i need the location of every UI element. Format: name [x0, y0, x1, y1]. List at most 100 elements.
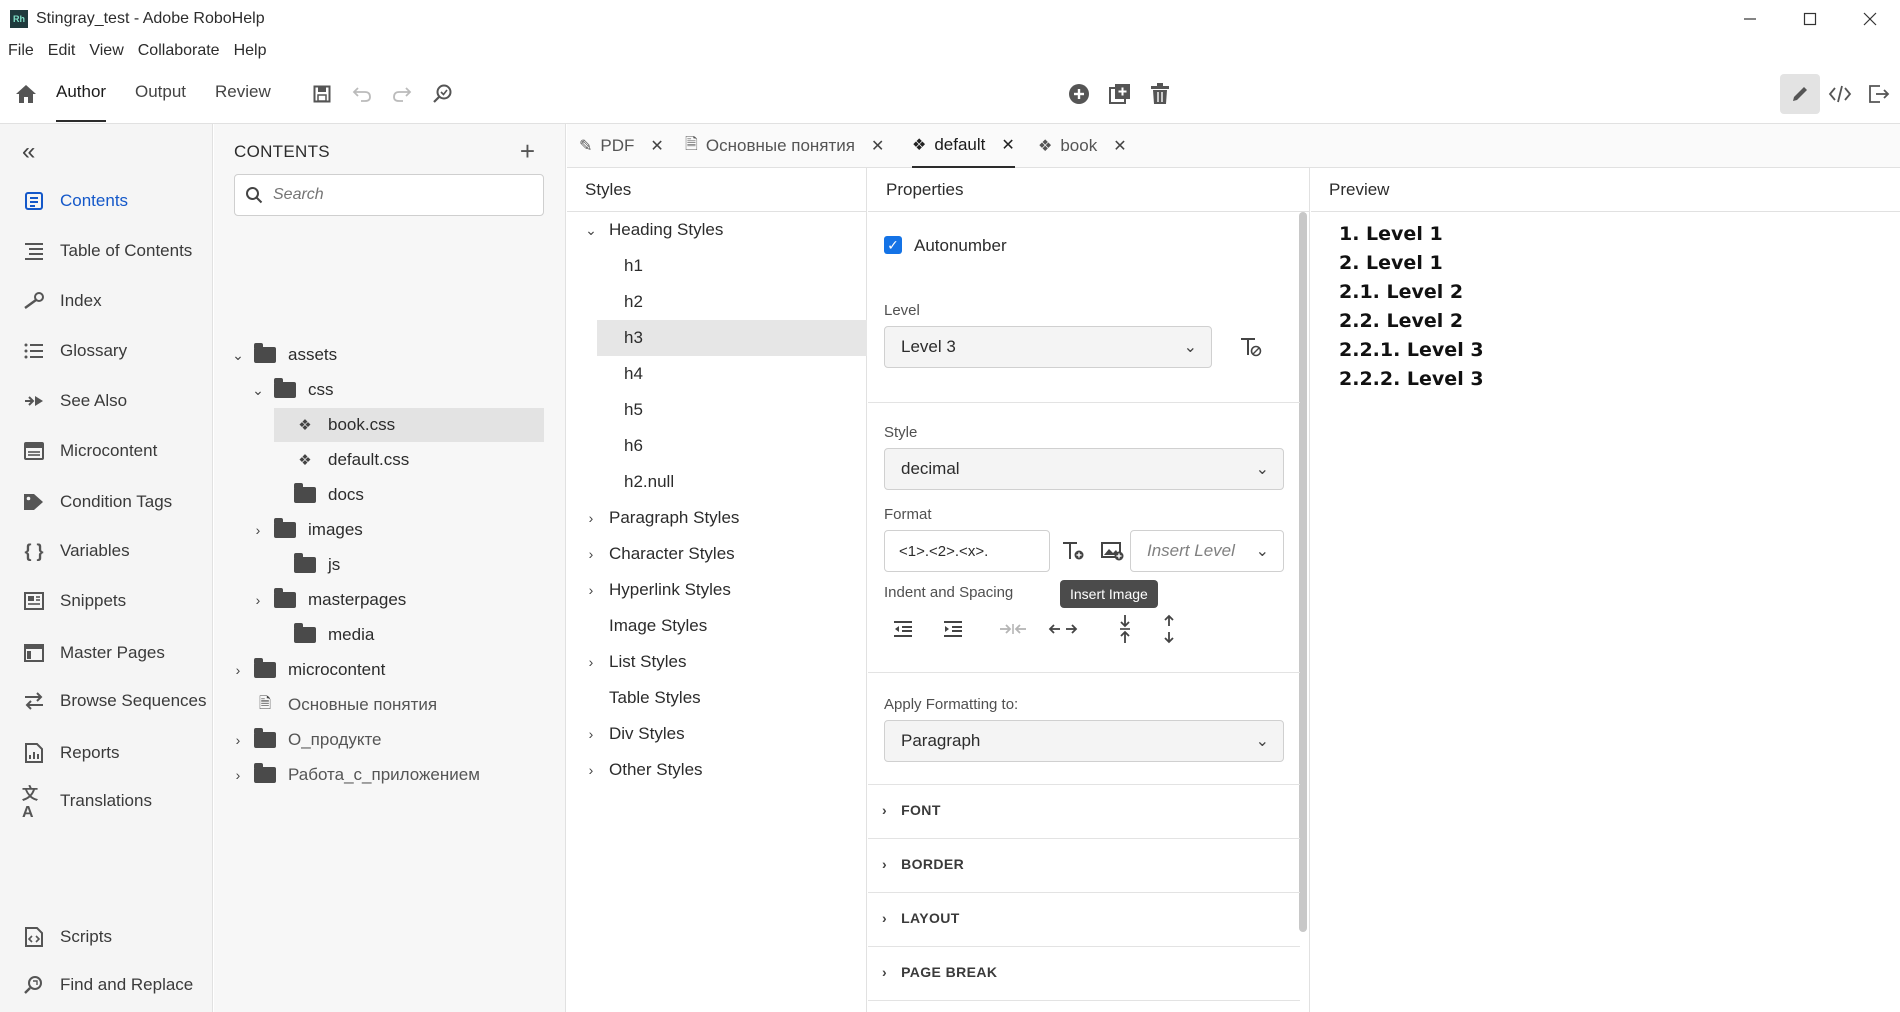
autonumber-checkbox[interactable]: ✓ [884, 236, 902, 254]
section-border[interactable]: › BORDER [882, 856, 964, 872]
delete-icon[interactable] [1146, 80, 1174, 108]
nav-contents[interactable]: Contents [22, 190, 128, 212]
chevron-right-icon[interactable]: › [581, 510, 601, 526]
nav-browse-sequences[interactable]: Browse Sequences [22, 690, 206, 712]
close-tab-icon[interactable]: ✕ [1113, 136, 1126, 156]
style-group-other[interactable]: › Other Styles [567, 752, 867, 788]
level-dropdown[interactable]: Level 3 ⌄ [884, 326, 1212, 368]
undo-icon[interactable] [348, 80, 376, 108]
nav-variables[interactable]: { } Variables [22, 540, 129, 562]
apply-formatting-dropdown[interactable]: Paragraph ⌄ [884, 720, 1284, 762]
style-group-hyperlink[interactable]: › Hyperlink Styles [567, 572, 867, 608]
menu-file[interactable]: File [8, 42, 34, 60]
chevron-right-icon[interactable]: › [581, 546, 601, 562]
tree-item-masterpages[interactable]: › masterpages [248, 583, 406, 617]
nav-find-and-replace[interactable]: Find and Replace [22, 974, 193, 996]
add-icon[interactable]: + [520, 136, 535, 167]
home-icon[interactable] [12, 80, 40, 108]
tree-item-images[interactable]: › images [248, 513, 363, 547]
tree-item-default-css[interactable]: ❖ default.css [294, 443, 409, 477]
style-item-h2-null[interactable]: h2.null [567, 464, 867, 500]
section-page-break[interactable]: › PAGE BREAK [882, 964, 997, 980]
mode-tab-author[interactable]: Author [56, 82, 107, 122]
exit-icon[interactable] [1865, 80, 1893, 108]
duplicate-icon[interactable] [1106, 80, 1134, 108]
style-item-h5[interactable]: h5 [567, 392, 867, 428]
chevron-right-icon[interactable]: › [248, 592, 268, 608]
increase-indent-icon[interactable] [938, 614, 968, 644]
tab-book[interactable]: ❖ book ✕ [1038, 124, 1127, 168]
style-item-h4[interactable]: h4 [567, 356, 867, 392]
style-group-table[interactable]: Table Styles [567, 680, 867, 716]
tab-default[interactable]: ❖ default ✕ [912, 124, 1015, 168]
increase-spacing-icon[interactable] [1048, 614, 1078, 644]
author-edit-icon[interactable] [1780, 74, 1820, 114]
save-icon[interactable] [308, 80, 336, 108]
chevron-right-icon[interactable]: › [228, 767, 248, 783]
search-box[interactable] [234, 174, 544, 216]
tree-item-docs[interactable]: docs [274, 478, 364, 512]
insert-image-icon[interactable] [1098, 536, 1128, 566]
preview-search-icon[interactable] [429, 80, 457, 108]
chevron-right-icon[interactable]: › [581, 726, 601, 742]
mode-tab-output[interactable]: Output [135, 82, 186, 122]
increase-vertical-spacing-icon[interactable] [1154, 614, 1184, 644]
mode-tab-review[interactable]: Review [215, 82, 271, 122]
tree-item-o-produkte[interactable]: › О_продукте [228, 723, 382, 757]
nav-reports[interactable]: Reports [22, 742, 120, 764]
tree-item-topic[interactable]: 🗎 Основные понятия [254, 688, 437, 722]
tree-item-css[interactable]: ⌄ css [248, 373, 334, 407]
nav-index[interactable]: Index [22, 290, 102, 312]
style-dropdown[interactable]: decimal ⌄ [884, 448, 1284, 490]
close-tab-icon[interactable]: ✕ [1001, 135, 1014, 155]
tree-item-assets[interactable]: ⌄ assets [228, 338, 337, 372]
nav-snippets[interactable]: Snippets [22, 590, 126, 612]
insert-level-dropdown[interactable]: Insert Level ⌄ [1130, 530, 1284, 572]
close-icon[interactable] [1840, 0, 1900, 38]
insert-text-icon[interactable] [1058, 536, 1088, 566]
style-group-heading[interactable]: ⌄ Heading Styles [567, 212, 867, 248]
chevron-right-icon[interactable]: › [228, 662, 248, 678]
close-tab-icon[interactable]: ✕ [871, 136, 884, 156]
nav-master-pages[interactable]: Master Pages [22, 642, 165, 664]
format-input[interactable]: <1>.<2>.<x>. [884, 530, 1050, 572]
style-item-h2[interactable]: h2 [567, 284, 867, 320]
close-tab-icon[interactable]: ✕ [650, 136, 663, 156]
minimize-icon[interactable] [1720, 0, 1780, 38]
tree-item-media[interactable]: media [274, 618, 374, 652]
chevron-right-icon[interactable]: › [248, 522, 268, 538]
collapse-panel-icon[interactable]: « [22, 138, 35, 166]
add-circle-icon[interactable] [1065, 80, 1093, 108]
section-font[interactable]: › FONT [882, 802, 941, 818]
nav-condition-tags[interactable]: Condition Tags [22, 491, 172, 513]
chevron-right-icon[interactable]: › [581, 654, 601, 670]
chevron-down-icon[interactable]: ⌄ [248, 382, 268, 399]
clear-format-icon[interactable] [1236, 332, 1266, 362]
tree-item-book-css[interactable]: ❖ book.css [274, 408, 544, 442]
section-layout[interactable]: › LAYOUT [882, 910, 960, 926]
style-group-character[interactable]: › Character Styles [567, 536, 867, 572]
menu-view[interactable]: View [89, 42, 123, 60]
style-item-h3[interactable]: h3 [597, 320, 867, 356]
tree-item-js[interactable]: js [274, 548, 340, 582]
menu-help[interactable]: Help [234, 42, 267, 60]
chevron-right-icon[interactable]: › [228, 732, 248, 748]
style-group-image[interactable]: Image Styles [567, 608, 867, 644]
nav-table-of-contents[interactable]: Table of Contents [22, 240, 192, 262]
menu-collaborate[interactable]: Collaborate [138, 42, 220, 60]
style-item-h6[interactable]: h6 [567, 428, 867, 464]
tab-pdf[interactable]: ✎ PDF ✕ [579, 124, 664, 168]
redo-icon[interactable] [388, 80, 416, 108]
style-group-list[interactable]: › List Styles [567, 644, 867, 680]
properties-scrollbar[interactable] [1299, 212, 1307, 932]
nav-see-also[interactable]: See Also [22, 390, 127, 412]
decrease-indent-icon[interactable] [888, 614, 918, 644]
decrease-spacing-icon[interactable] [998, 614, 1028, 644]
chevron-right-icon[interactable]: › [581, 582, 601, 598]
chevron-down-icon[interactable]: ⌄ [581, 222, 601, 239]
chevron-down-icon[interactable]: ⌄ [228, 347, 248, 364]
code-view-icon[interactable] [1826, 80, 1854, 108]
nav-translations[interactable]: 文A Translations [22, 786, 152, 821]
maximize-icon[interactable] [1780, 0, 1840, 38]
style-item-h1[interactable]: h1 [567, 248, 867, 284]
